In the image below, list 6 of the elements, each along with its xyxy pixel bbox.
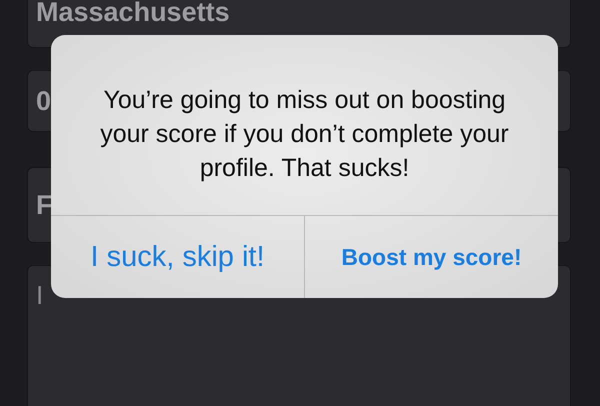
field-text: I — [36, 280, 44, 310]
alert-button[interactable]: Boost my score! — [304, 216, 558, 298]
field-text: 0 — [36, 86, 52, 116]
field-text: Massachusetts — [36, 0, 230, 27]
alert-message: You’re going to miss out on boosting your score if you don’t complete your profile. That sucks! — [99, 85, 510, 184]
field-text: F — [36, 190, 52, 220]
